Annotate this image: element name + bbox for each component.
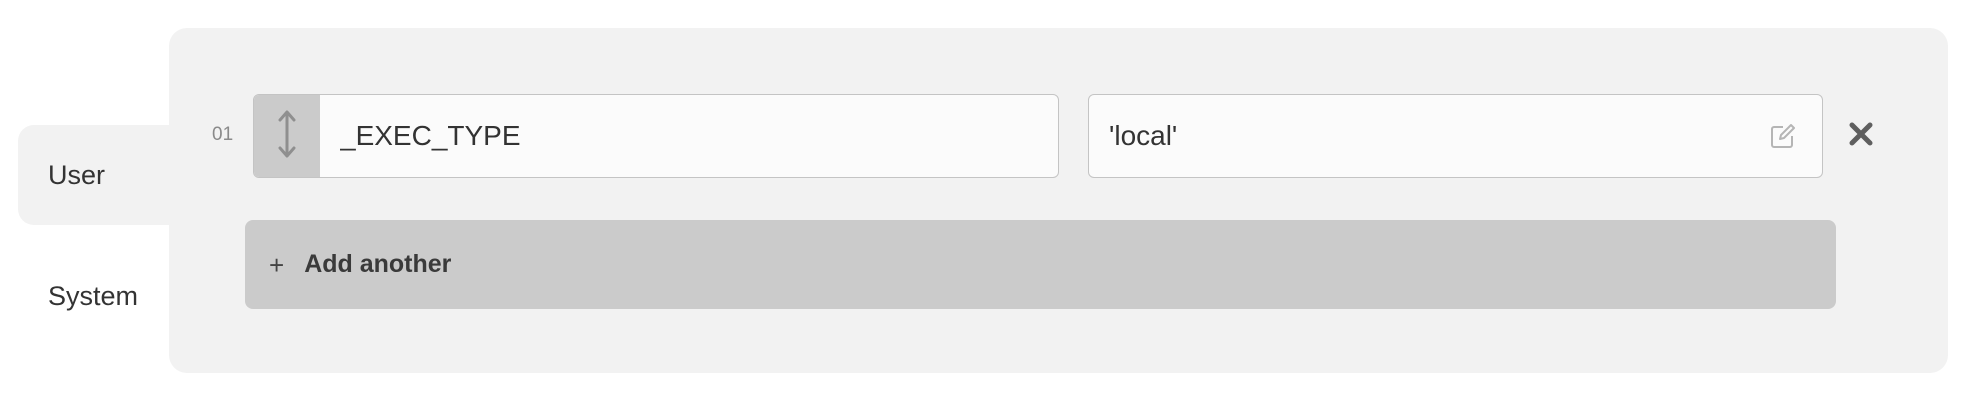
add-another-label: Add another [304,250,452,278]
variables-panel [169,28,1948,373]
drag-arrows-icon [276,107,298,166]
tab-user-label: User [48,159,106,190]
plus-icon: + [269,249,285,280]
variable-value-field [1088,94,1823,178]
row-index: 01 [212,124,234,145]
edit-icon[interactable] [1766,119,1800,153]
tab-system[interactable]: System [18,246,178,346]
add-another-button[interactable]: + Add another [245,220,1836,309]
close-icon [1848,121,1874,152]
variable-value-input[interactable] [1089,95,1766,177]
drag-handle[interactable] [254,95,320,177]
variable-key-field [253,94,1059,178]
tab-system-label: System [48,280,139,311]
remove-variable-button[interactable] [1843,118,1879,154]
tab-user[interactable]: User [18,125,178,225]
variable-key-input[interactable] [320,95,1058,177]
environment-variables-editor: User System 01 _EXEC_TYPE 'local' + Add … [0,0,1982,420]
